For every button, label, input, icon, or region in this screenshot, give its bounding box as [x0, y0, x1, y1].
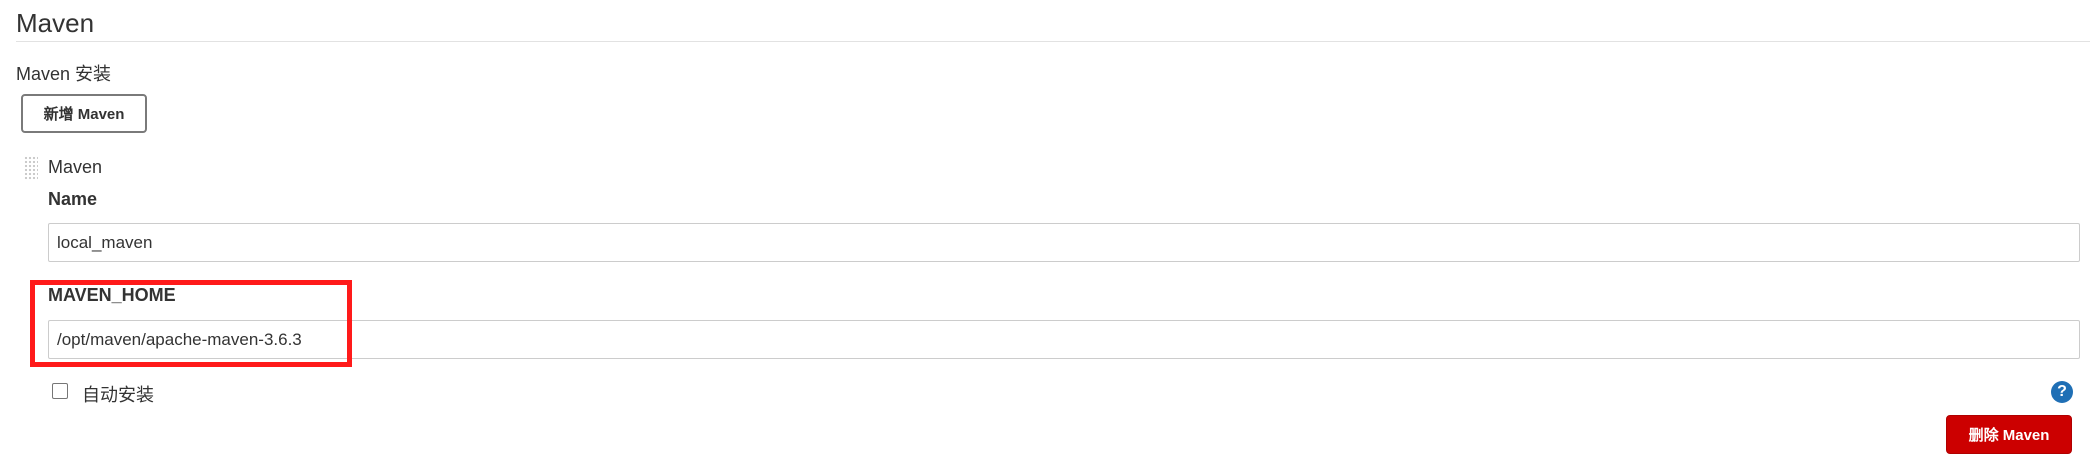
delete-maven-button[interactable]: 删除 Maven [1946, 415, 2072, 454]
installation-item-title: Maven [48, 157, 103, 177]
maven-home-field-label: MAVEN_HOME [48, 285, 176, 305]
name-input[interactable] [48, 223, 2080, 262]
installations-label: Maven 安装 [16, 64, 112, 84]
auto-install-checkbox[interactable] [52, 383, 68, 399]
auto-install-label: 自动安装 [82, 385, 154, 405]
add-maven-button[interactable]: 新增 Maven [21, 94, 147, 133]
help-icon[interactable]: ? [2051, 381, 2073, 403]
section-title: Maven [16, 8, 95, 38]
maven-home-input[interactable] [48, 320, 2080, 359]
maven-config-page: Maven Maven 安装 新增 Maven Maven Name MAVEN… [0, 0, 2095, 472]
drag-handle-icon[interactable] [24, 156, 38, 180]
section-divider [16, 41, 2090, 42]
name-field-label: Name [48, 189, 98, 209]
